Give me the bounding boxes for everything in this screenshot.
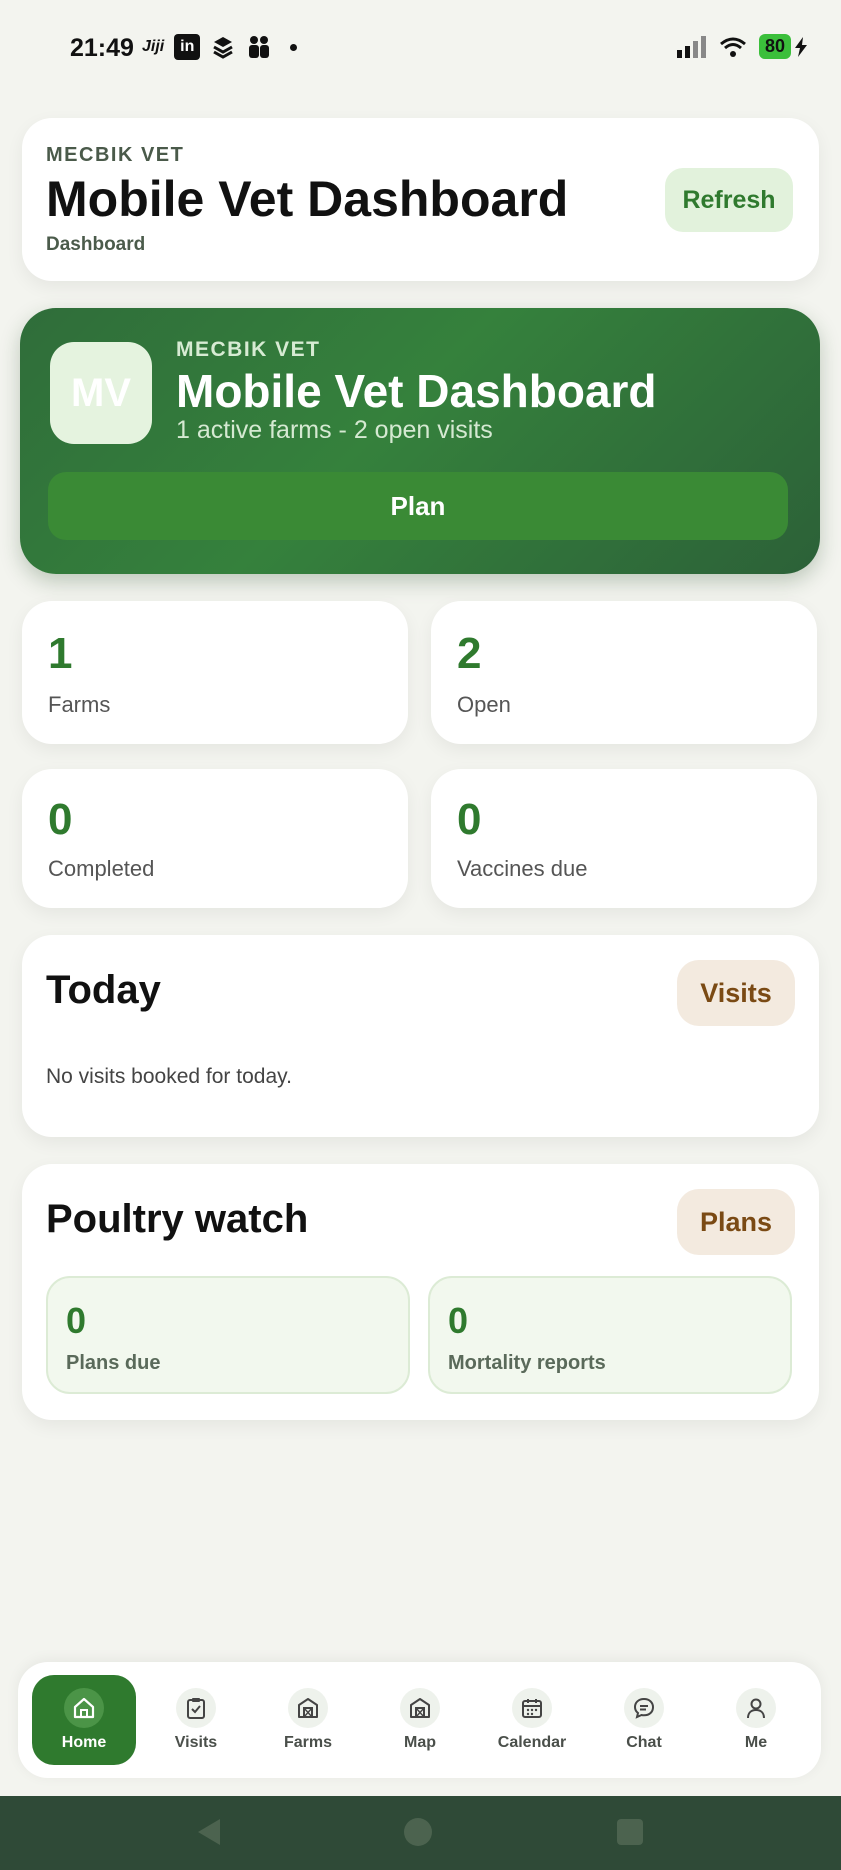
today-title: Today [46, 968, 161, 1012]
teams-app-icon [249, 36, 270, 58]
plan-button[interactable]: Plan [48, 472, 788, 540]
system-icons: 80 [676, 34, 807, 59]
user-icon [736, 1688, 776, 1728]
stat-label: Vaccines due [457, 856, 588, 881]
nav-me[interactable]: Me [704, 1675, 808, 1765]
charging-bolt-icon [795, 36, 807, 57]
status-bar: 21:49 Jiji in 80 [0, 0, 841, 100]
nav-label: Map [404, 1734, 436, 1751]
visits-button[interactable]: Visits [677, 960, 795, 1026]
nav-home[interactable]: Home [32, 1675, 136, 1765]
clipboard-check-icon [176, 1688, 216, 1728]
stat-card-completed[interactable]: 0 Completed [22, 769, 408, 908]
poultry-watch-card: Poultry watch Plans 0 Plans due 0 Mortal… [22, 1164, 819, 1420]
hero-summary: 1 active farms - 2 open visits [176, 416, 493, 444]
empty-state-text: No visits booked for today. [46, 1065, 292, 1088]
battery-indicator: 80 [758, 34, 791, 59]
nav-map[interactable]: Map [368, 1675, 472, 1765]
nav-label: Visits [174, 1734, 218, 1751]
nav-label: Calendar [497, 1734, 567, 1751]
today-card: Today Visits No visits booked for today. [22, 935, 819, 1137]
page-title: Mobile Vet Dashboard [46, 171, 569, 227]
nav-label: Chat [626, 1734, 662, 1751]
mini-stat-value: 0 [66, 1300, 87, 1341]
mini-stat-label: Mortality reports [448, 1352, 606, 1374]
hero-eyebrow: MECBIK VET [176, 338, 321, 361]
stat-card-vaccines-due[interactable]: 0 Vaccines due [431, 769, 817, 908]
stat-label: Completed [48, 856, 155, 881]
header-card: MECBIK VET Mobile Vet Dashboard Dashboar… [22, 118, 819, 281]
stat-card-farms[interactable]: 1 Farms [22, 601, 408, 744]
stat-value: 1 [48, 629, 73, 678]
home-circle-icon[interactable] [404, 1818, 432, 1846]
stack-app-icon [213, 37, 233, 59]
barn-icon [400, 1688, 440, 1728]
stat-value: 0 [457, 795, 482, 844]
hero-title: Mobile Vet Dashboard [176, 365, 657, 417]
recent-apps-icon[interactable] [617, 1819, 643, 1845]
page-subtitle: Dashboard [46, 234, 146, 255]
signal-icon [676, 35, 706, 58]
mini-stat-mortality-reports[interactable]: 0 Mortality reports [428, 1276, 792, 1394]
stat-label: Open [457, 692, 511, 717]
plans-button[interactable]: Plans [677, 1189, 795, 1255]
stat-card-open[interactable]: 2 Open [431, 601, 817, 744]
system-navigation-bar [0, 1796, 841, 1870]
notification-icons: Jiji in [142, 34, 298, 60]
stat-value: 2 [457, 629, 482, 678]
mini-stat-label: Plans due [66, 1352, 161, 1374]
chat-bubble-icon [624, 1688, 664, 1728]
header-eyebrow: MECBIK VET [46, 144, 185, 166]
nav-label: Home [61, 1734, 107, 1751]
stat-value: 0 [48, 795, 73, 844]
bottom-navigation: Home Visits Farms Map Calendar Chat Me [18, 1662, 821, 1778]
linkedin-icon: in [174, 34, 201, 60]
nav-visits[interactable]: Visits [144, 1675, 248, 1765]
hero-banner: MV MECBIK VET Mobile Vet Dashboard 1 act… [20, 308, 820, 574]
back-icon[interactable] [196, 1817, 222, 1847]
more-notifications-dot [290, 43, 298, 51]
mini-stat-plans-due[interactable]: 0 Plans due [46, 1276, 410, 1394]
status-time: 21:49 [70, 34, 134, 62]
avatar: MV [50, 342, 152, 444]
nav-chat[interactable]: Chat [592, 1675, 696, 1765]
jiji-app-icon: Jiji [142, 38, 165, 55]
poultry-watch-title: Poultry watch [46, 1197, 309, 1241]
home-icon [64, 1688, 104, 1728]
nav-label: Me [744, 1734, 768, 1751]
refresh-button[interactable]: Refresh [665, 168, 793, 232]
nav-calendar[interactable]: Calendar [480, 1675, 584, 1765]
wifi-icon [720, 37, 746, 57]
mini-stat-value: 0 [448, 1300, 469, 1341]
barn-icon [288, 1688, 328, 1728]
calendar-icon [512, 1688, 552, 1728]
nav-farms[interactable]: Farms [256, 1675, 360, 1765]
stat-label: Farms [48, 692, 111, 717]
nav-label: Farms [283, 1734, 333, 1751]
